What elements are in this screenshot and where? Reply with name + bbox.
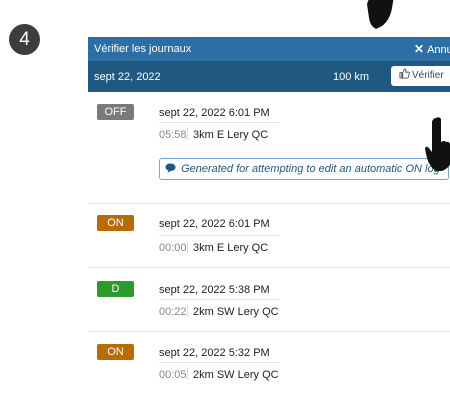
entry-detail-row: 00:00 3km E Lery QC xyxy=(159,235,279,254)
entry-timestamp: sept 22, 2022 6:01 PM xyxy=(159,107,270,119)
entry-duration: 00:05 xyxy=(159,369,187,381)
entry-detail-row: 00:22 2km SW Lery QC xyxy=(159,299,279,318)
entry-location: 2km SW Lery QC xyxy=(193,306,279,318)
entry-duration: 00:00 xyxy=(159,242,187,254)
pointing-hand-icon xyxy=(367,0,394,29)
pointing-finger-icon xyxy=(425,117,450,171)
status-badge: ON xyxy=(97,344,134,360)
entry-note: Generated for attempting to edit an auto… xyxy=(159,158,449,180)
verify-button-label: Vérifier xyxy=(412,70,444,81)
log-date: sept 22, 2022 xyxy=(94,71,161,83)
entry-duration: 05:58 xyxy=(159,129,187,141)
log-entry[interactable]: D sept 22, 2022 5:38 PM 00:22 2km SW Lery… xyxy=(88,268,450,332)
entry-timestamp: sept 22, 2022 5:32 PM xyxy=(159,347,270,359)
cancel-button-label: Annu xyxy=(427,44,450,56)
entry-location: 3km E Lery QC xyxy=(193,129,269,141)
log-entry[interactable]: ON sept 22, 2022 6:01 PM 00:00 3km E Lery… xyxy=(88,204,450,268)
comment-icon xyxy=(165,163,179,175)
step-number-badge: 4 xyxy=(9,24,40,55)
distance-total: 100 km xyxy=(333,71,370,83)
entry-location: 3km E Lery QC xyxy=(193,242,269,254)
entry-timestamp: sept 22, 2022 5:38 PM xyxy=(159,284,270,296)
status-badge: D xyxy=(97,281,134,297)
log-entry[interactable]: ON sept 22, 2022 5:32 PM 00:05 2km SW Ler… xyxy=(88,332,450,392)
entry-detail-row: 00:05 2km SW Lery QC xyxy=(159,362,279,381)
entry-detail-row: 05:58 3km E Lery QC xyxy=(159,122,279,141)
close-icon: ✕ xyxy=(414,42,425,56)
entry-location: 2km SW Lery QC xyxy=(193,369,279,381)
status-badge: ON xyxy=(97,215,134,231)
verify-button[interactable]: Vérifier xyxy=(391,66,450,86)
screenshot-stage: 4 Vérifier les journaux ✕ Annu sept 22, 2… xyxy=(0,0,450,402)
dialog-title: Vérifier les journaux xyxy=(94,43,192,55)
status-badge: OFF xyxy=(97,104,134,120)
entry-duration: 00:22 xyxy=(159,306,187,318)
entry-timestamp: sept 22, 2022 6:01 PM xyxy=(159,218,270,230)
thumbs-up-icon xyxy=(399,68,410,79)
dialog-titlebar: Vérifier les journaux ✕ Annu xyxy=(88,37,450,61)
dialog-subbar: sept 22, 2022 100 km Vérifier xyxy=(88,61,450,92)
entry-note-text: Generated for attempting to edit an auto… xyxy=(181,163,440,175)
verify-logs-dialog: Vérifier les journaux ✕ Annu sept 22, 202… xyxy=(88,37,450,402)
cancel-button[interactable]: ✕ Annu xyxy=(414,42,450,56)
log-entry[interactable]: OFF sept 22, 2022 6:01 PM 05:58 3km E Ler… xyxy=(88,92,450,204)
